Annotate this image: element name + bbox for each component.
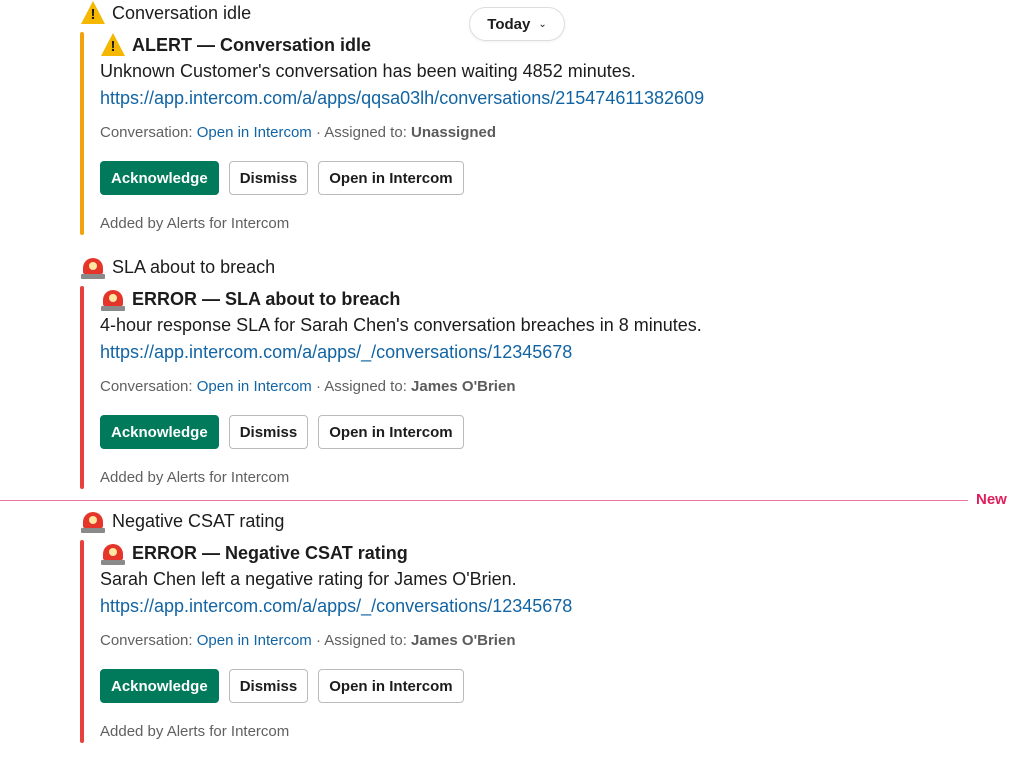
context-prefix: Conversation: [100, 632, 193, 649]
acknowledge-button[interactable]: Acknowledge [100, 415, 219, 449]
open-in-intercom-button[interactable]: Open in Intercom [318, 415, 464, 449]
date-label: Today [487, 15, 531, 33]
open-in-intercom-button[interactable]: Open in Intercom [318, 161, 464, 195]
conversation-url-link[interactable]: https://app.intercom.com/a/apps/_/conver… [100, 593, 572, 620]
new-label: New [976, 491, 1007, 508]
siren-icon [100, 540, 126, 566]
error-color-bar [80, 286, 84, 489]
action-buttons: Acknowledge Dismiss Open in Intercom [100, 415, 980, 449]
attachment-body: Sarah Chen left a negative rating for Ja… [100, 569, 517, 589]
message-feed: ! Conversation idle ! ALERT — Conversati… [0, 0, 1035, 758]
attachment-title-text: ERROR — Negative CSAT rating [132, 542, 408, 563]
action-buttons: Acknowledge Dismiss Open in Intercom [100, 669, 980, 703]
message-header: Negative CSAT rating [80, 508, 980, 534]
attachment-body: 4-hour response SLA for Sarah Chen's con… [100, 315, 702, 335]
alert-attachment: ERROR — Negative CSAT rating Sarah Chen … [80, 540, 980, 743]
warning-icon: ! [80, 0, 106, 26]
attachment-title: ERROR — SLA about to breach [100, 286, 980, 312]
action-buttons: Acknowledge Dismiss Open in Intercom [100, 161, 980, 195]
context-prefix: Conversation: [100, 124, 193, 141]
attachment-footer: Added by Alerts for Intercom [100, 469, 290, 486]
context-separator: · Assigned to: [315, 632, 407, 649]
dismiss-button[interactable]: Dismiss [228, 161, 309, 195]
attachment-context: Conversation: Open in Intercom · Assigne… [100, 122, 980, 144]
siren-icon [100, 286, 126, 312]
attachment-context: Conversation: Open in Intercom · Assigne… [100, 630, 980, 652]
assignee-name: James O'Brien [411, 632, 516, 649]
assignee-name: Unassigned [411, 124, 497, 141]
chevron-down-icon: ⌄ [538, 18, 547, 30]
context-separator: · Assigned to: [315, 378, 407, 395]
attachment-title: ERROR — Negative CSAT rating [100, 540, 980, 566]
attachment-body: Unknown Customer's conversation has been… [100, 61, 636, 81]
new-messages-divider: New [0, 491, 1035, 508]
alert-attachment: ERROR — SLA about to breach 4-hour respo… [80, 286, 980, 489]
attachment-title-text: ERROR — SLA about to breach [132, 288, 401, 309]
warning-icon: ! [100, 32, 126, 58]
acknowledge-button[interactable]: Acknowledge [100, 161, 219, 195]
context-open-link[interactable]: Open in Intercom [197, 378, 312, 395]
siren-icon [80, 508, 106, 534]
open-in-intercom-button[interactable]: Open in Intercom [318, 669, 464, 703]
attachment-context: Conversation: Open in Intercom · Assigne… [100, 376, 980, 398]
conversation-url-link[interactable]: https://app.intercom.com/a/apps/_/conver… [100, 339, 572, 366]
warning-color-bar [80, 32, 84, 235]
conversation-url-link[interactable]: https://app.intercom.com/a/apps/qqsa03lh… [100, 85, 704, 112]
assignee-name: James O'Brien [411, 378, 516, 395]
context-prefix: Conversation: [100, 378, 193, 395]
new-divider-line [0, 500, 968, 501]
alert-attachment: ! ALERT — Conversation idle Unknown Cust… [80, 32, 980, 235]
context-separator: · Assigned to: [315, 124, 407, 141]
message-header-text: Negative CSAT rating [112, 510, 285, 531]
acknowledge-button[interactable]: Acknowledge [100, 669, 219, 703]
message-header-text: Conversation idle [112, 2, 252, 23]
message-negative-csat: Negative CSAT rating ERROR — Negative CS… [80, 508, 980, 743]
context-open-link[interactable]: Open in Intercom [197, 632, 312, 649]
message-header: SLA about to breach [80, 254, 980, 280]
message-header-text: SLA about to breach [112, 256, 276, 277]
error-color-bar [80, 540, 84, 743]
dismiss-button[interactable]: Dismiss [228, 415, 309, 449]
attachment-title-text: ALERT — Conversation idle [132, 34, 372, 55]
siren-icon [80, 254, 106, 280]
context-open-link[interactable]: Open in Intercom [197, 124, 312, 141]
attachment-footer: Added by Alerts for Intercom [100, 215, 290, 232]
dismiss-button[interactable]: Dismiss [228, 669, 309, 703]
attachment-footer: Added by Alerts for Intercom [100, 723, 290, 740]
message-sla-about-to-breach: SLA about to breach ERROR — SLA about to… [80, 254, 980, 489]
date-divider-pill[interactable]: Today ⌄ [469, 7, 565, 41]
